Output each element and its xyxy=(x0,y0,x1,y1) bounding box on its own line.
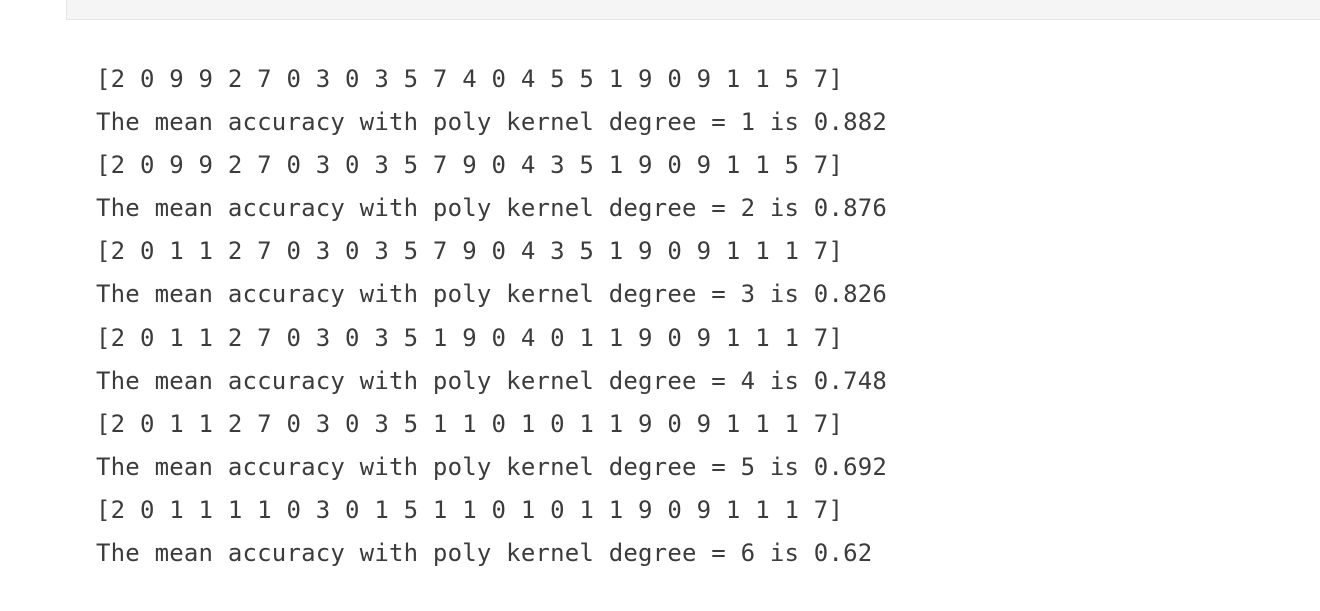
output-line-predictions: [2 0 1 1 2 7 0 3 0 3 5 7 9 0 4 3 5 1 9 0… xyxy=(96,237,844,266)
output-line-accuracy: The mean accuracy with poly kernel degre… xyxy=(96,452,888,481)
output-line-accuracy: The mean accuracy with poly kernel degre… xyxy=(96,108,888,137)
code-cell-bottom-edge xyxy=(66,0,1320,20)
notebook-output-area: [2 0 9 9 2 7 0 3 0 3 5 7 4 0 4 5 5 1 9 0… xyxy=(0,0,1320,611)
output-line-accuracy: The mean accuracy with poly kernel degre… xyxy=(96,366,888,395)
output-line-accuracy: The mean accuracy with poly kernel degre… xyxy=(96,280,888,309)
cell-output: [2 0 9 9 2 7 0 3 0 3 5 7 4 0 4 5 5 1 9 0… xyxy=(96,58,887,575)
output-line-predictions: [2 0 9 9 2 7 0 3 0 3 5 7 4 0 4 5 5 1 9 0… xyxy=(96,65,844,93)
output-line-predictions: [2 0 9 9 2 7 0 3 0 3 5 7 9 0 4 3 5 1 9 0… xyxy=(96,151,844,180)
output-line-predictions: [2 0 1 1 1 1 0 3 0 1 5 1 1 0 1 0 1 1 9 0… xyxy=(96,495,844,524)
output-line-predictions: [2 0 1 1 2 7 0 3 0 3 5 1 9 0 4 0 1 1 9 0… xyxy=(96,323,844,352)
output-line-accuracy: The mean accuracy with poly kernel degre… xyxy=(96,539,873,568)
output-line-accuracy: The mean accuracy with poly kernel degre… xyxy=(96,194,888,223)
output-line-predictions: [2 0 1 1 2 7 0 3 0 3 5 1 1 0 1 0 1 1 9 0… xyxy=(96,409,844,438)
